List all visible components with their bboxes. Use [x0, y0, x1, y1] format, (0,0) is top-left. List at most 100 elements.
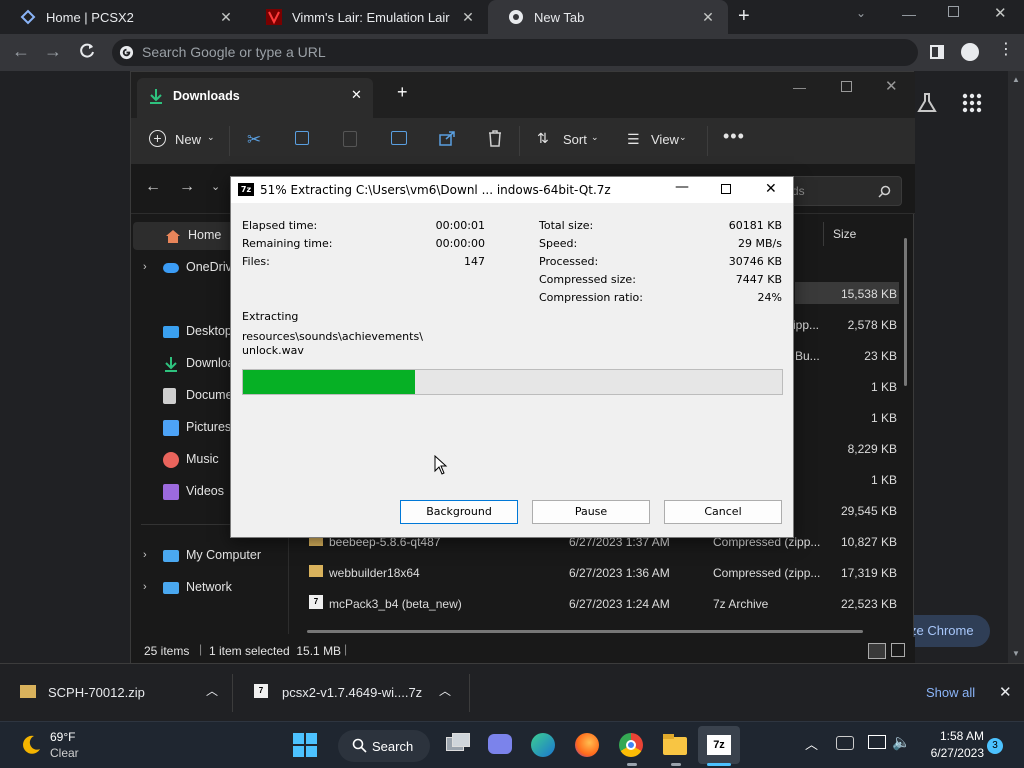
chevron-up-icon[interactable]: ︿	[805, 734, 818, 753]
horizontal-scrollbar[interactable]	[307, 630, 863, 633]
file-size: 1 KB	[870, 380, 897, 394]
home-icon	[165, 228, 181, 244]
view-button[interactable]: ☰ View ⌄	[627, 130, 697, 152]
sidebar-item-network[interactable]: › Network	[131, 574, 287, 602]
download-item[interactable]: 7 pcsx2-v1.7.4649-wi....7z ︿	[233, 664, 469, 721]
tab-new-tab[interactable]: New Tab ✕	[488, 0, 728, 34]
teams-chat-icon[interactable]	[485, 730, 515, 760]
window-close-icon[interactable]: ✕	[885, 77, 898, 95]
task-view-icon[interactable]	[442, 730, 472, 760]
item-count: 25 items	[144, 644, 190, 658]
file-explorer-icon[interactable]	[660, 730, 690, 760]
volume-speaker-icon[interactable]: 🔈	[892, 733, 911, 751]
side-panel-icon[interactable]	[930, 45, 944, 59]
page-scrollbar[interactable]: ▲ ▼	[1008, 71, 1024, 663]
chevron-right-icon[interactable]: ›	[143, 549, 147, 561]
close-icon[interactable]: ✕	[218, 9, 234, 25]
vertical-scrollbar[interactable]	[904, 238, 907, 386]
close-icon[interactable]: ✕	[351, 87, 362, 103]
copy-icon[interactable]	[295, 131, 309, 145]
weather-description[interactable]: Clear	[50, 746, 79, 760]
view-label: View	[651, 132, 679, 147]
reload-icon[interactable]	[78, 42, 96, 60]
menu-kebab-icon[interactable]: ⋮	[998, 42, 1014, 58]
network-monitor-icon[interactable]	[868, 735, 886, 749]
file-row[interactable]: 7 mcPack3_b4 (beta_new) 6/27/2023 1:24 A…	[307, 593, 897, 615]
clock-date[interactable]: 6/27/2023	[922, 746, 984, 760]
taskbar-search-box[interactable]: Search	[338, 730, 430, 762]
clock-time[interactable]: 1:58 AM	[932, 729, 984, 743]
file-size: 22,523 KB	[840, 597, 897, 611]
processed-value: 30746 KB	[728, 255, 782, 268]
new-button[interactable]: + New ⌄	[149, 130, 229, 152]
remaining-value: 00:00:00	[435, 237, 485, 250]
recent-locations-chevron-icon[interactable]: ⌄	[211, 180, 220, 193]
more-options-icon[interactable]: •••	[723, 126, 745, 147]
windows-start-icon[interactable]	[292, 732, 318, 758]
file-size: 29,545 KB	[840, 504, 897, 518]
minimize-icon[interactable]: —	[675, 179, 689, 195]
download-shelf: SCPH-70012.zip ︿ 7 pcsx2-v1.7.4649-wi...…	[0, 663, 1024, 721]
chevron-up-icon[interactable]: ︿	[206, 682, 218, 699]
close-icon[interactable]: ✕	[700, 9, 716, 25]
maximize-icon[interactable]	[721, 184, 731, 194]
sort-button[interactable]: ⇅ Sort ⌄	[537, 130, 607, 152]
profile-avatar-icon[interactable]	[961, 43, 979, 61]
explorer-new-tab-plus-icon[interactable]: +	[397, 82, 408, 103]
file-date: 6/27/2023 1:24 AM	[569, 597, 670, 611]
compression-ratio-value: 24%	[757, 291, 782, 304]
new-tab-plus-icon[interactable]: +	[738, 6, 758, 26]
pause-button[interactable]: Pause	[532, 500, 650, 524]
paste-icon[interactable]	[343, 131, 357, 147]
chevron-right-icon[interactable]: ›	[143, 261, 147, 273]
delete-trash-icon[interactable]	[488, 130, 502, 147]
share-icon[interactable]	[439, 131, 455, 146]
maximize-icon[interactable]	[841, 81, 852, 92]
compressed-size-label: Compressed size:	[539, 273, 636, 286]
tab-search-chevron-icon[interactable]: ⌄	[856, 6, 866, 20]
rename-icon[interactable]	[391, 131, 407, 145]
cancel-button[interactable]: Cancel	[664, 500, 782, 524]
omnibox-placeholder: Search Google or type a URL	[142, 44, 326, 60]
explorer-tab-title: Downloads	[173, 89, 240, 103]
7zip-taskbar-button[interactable]: 7z	[698, 726, 740, 764]
weather-temperature[interactable]: 69°F	[50, 730, 75, 744]
file-row[interactable]: webbuilder18x64 6/27/2023 1:36 AM Compre…	[307, 562, 897, 584]
close-icon[interactable]: ✕	[460, 9, 476, 25]
cut-icon[interactable]: ✂	[247, 130, 261, 150]
scroll-down-icon[interactable]: ▼	[1012, 649, 1020, 658]
restore-icon[interactable]	[948, 6, 959, 17]
chrome-taskbar-icon[interactable]	[616, 730, 646, 760]
chrome-icon	[509, 10, 523, 24]
omnibox[interactable]: Search Google or type a URL	[112, 39, 918, 66]
forward-arrow-icon[interactable]: →	[179, 178, 195, 196]
offline-cloud-icon[interactable]	[836, 736, 854, 750]
minimize-icon[interactable]: —	[793, 80, 806, 95]
chevron-right-icon[interactable]: ›	[143, 581, 147, 593]
details-view-icon[interactable]	[868, 643, 886, 659]
labs-flask-icon[interactable]	[916, 92, 938, 114]
explorer-command-bar: + New ⌄ ✂ ⇅ Sort ⌄ ☰ View ⌄ •••	[131, 118, 915, 164]
explorer-tab-downloads[interactable]: Downloads ✕	[137, 78, 373, 118]
notification-badge[interactable]: 3	[987, 738, 1003, 754]
close-icon[interactable]: ✕	[999, 683, 1012, 701]
edge-browser-icon[interactable]	[528, 730, 558, 760]
chevron-up-icon[interactable]: ︿	[439, 682, 451, 699]
tiles-view-icon[interactable]	[891, 643, 905, 657]
scroll-up-icon[interactable]: ▲	[1012, 75, 1020, 84]
background-button[interactable]: Background	[400, 500, 518, 524]
tab-pcsx2[interactable]: Home | PCSX2 ✕	[0, 0, 246, 34]
show-all-link[interactable]: Show all	[926, 685, 975, 700]
google-apps-grid-icon[interactable]	[962, 93, 982, 113]
minimize-icon[interactable]: —	[902, 6, 916, 22]
window-close-icon[interactable]: ✕	[994, 4, 1007, 22]
close-icon[interactable]: ✕	[765, 181, 777, 197]
back-arrow-icon[interactable]: ←	[145, 178, 161, 196]
sidebar-item-my-computer[interactable]: › My Computer	[131, 542, 287, 570]
back-arrow-icon[interactable]: ←	[12, 42, 30, 60]
firefox-icon[interactable]	[572, 730, 602, 760]
column-header-size[interactable]: Size	[833, 227, 856, 241]
tab-vimms-lair[interactable]: Vimm's Lair: Emulation Lair ✕	[246, 0, 488, 34]
forward-arrow-icon[interactable]: →	[44, 42, 62, 60]
download-item[interactable]: SCPH-70012.zip ︿	[0, 664, 232, 721]
